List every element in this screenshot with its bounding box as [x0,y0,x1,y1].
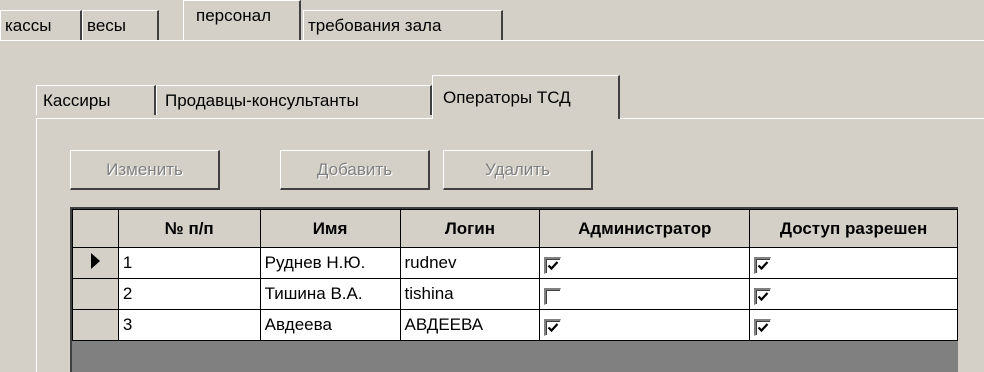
current-row-arrow-icon [90,252,100,269]
cell-login[interactable]: АВДЕЕВА [399,309,541,341]
access-checkbox[interactable] [754,288,772,306]
column-header-name[interactable]: Имя [259,209,401,248]
delete-button[interactable]: Удалить [443,150,593,190]
tab-label: персонал [196,6,272,25]
tab-trebovaniya-zala[interactable]: требования зала [303,10,503,40]
checkmark-icon [757,323,769,333]
admin-checkbox[interactable] [544,288,562,306]
tab-personal[interactable]: персонал [183,0,301,40]
cell-access[interactable] [749,278,958,310]
tab-label: требования зала [308,16,442,35]
checkmark-icon [757,292,769,302]
cell-admin[interactable] [539,247,751,279]
cell-login[interactable]: tishina [399,278,541,310]
tab-label: Операторы ТСД [443,88,571,107]
row-indicator[interactable] [72,278,119,310]
access-checkbox[interactable] [754,319,772,337]
column-header-num[interactable]: № п/п [117,209,261,248]
column-header-access[interactable]: Доступ разрешен [749,209,958,248]
window: кассы весы персонал требования зала Касс… [0,0,984,372]
operators-grid[interactable]: № п/п Имя Логин Администратор Доступ раз… [70,207,958,372]
admin-checkbox[interactable] [544,319,562,337]
cell-num[interactable]: 1 [117,247,261,279]
cell-name[interactable]: Авдеева [259,309,401,341]
operators-table: № п/п Имя Логин Администратор Доступ раз… [72,209,958,341]
cell-name[interactable]: Тишина В.А. [259,278,401,310]
table-row[interactable]: 3 Авдеева АВДЕЕВА [72,309,958,341]
table-row[interactable]: 2 Тишина В.А. tishina [72,278,958,310]
tab-vesy[interactable]: весы [82,10,159,40]
row-indicator[interactable] [72,309,119,341]
header-row: № п/п Имя Логин Администратор Доступ раз… [72,209,958,248]
checkmark-icon [548,323,559,333]
tab-label: Кассиры [43,91,111,110]
cell-admin[interactable] [539,278,751,310]
tab-label: весы [87,16,127,35]
checkmark-icon [757,261,769,271]
admin-checkbox[interactable] [544,257,562,275]
cell-admin[interactable] [539,309,751,341]
cell-num[interactable]: 3 [117,309,261,341]
tab-prodavtsy-konsultanty[interactable]: Продавцы-консультанты [156,85,432,115]
tab-label: кассы [5,16,52,35]
row-indicator[interactable] [72,247,119,279]
cell-num[interactable]: 2 [117,278,261,310]
tab-kassy[interactable]: кассы [0,10,82,40]
access-checkbox[interactable] [754,257,772,275]
cell-login[interactable]: rudnev [399,247,541,279]
column-header-admin[interactable]: Администратор [539,209,751,248]
edit-button[interactable]: Изменить [70,150,220,190]
cell-access[interactable] [749,247,958,279]
tab-label: Продавцы-консультанты [165,91,359,110]
cell-access[interactable] [749,309,958,341]
checkmark-icon [548,261,559,271]
tab-operatory-tsd[interactable]: Операторы ТСД [432,75,620,119]
table-row[interactable]: 1 Руднев Н.Ю. rudnev [72,247,958,279]
cell-name[interactable]: Руднев Н.Ю. [259,247,401,279]
add-button[interactable]: Добавить [280,150,430,190]
indicator-header [72,209,119,248]
tab-kassiry[interactable]: Кассиры [36,85,156,115]
column-header-login[interactable]: Логин [399,209,541,248]
